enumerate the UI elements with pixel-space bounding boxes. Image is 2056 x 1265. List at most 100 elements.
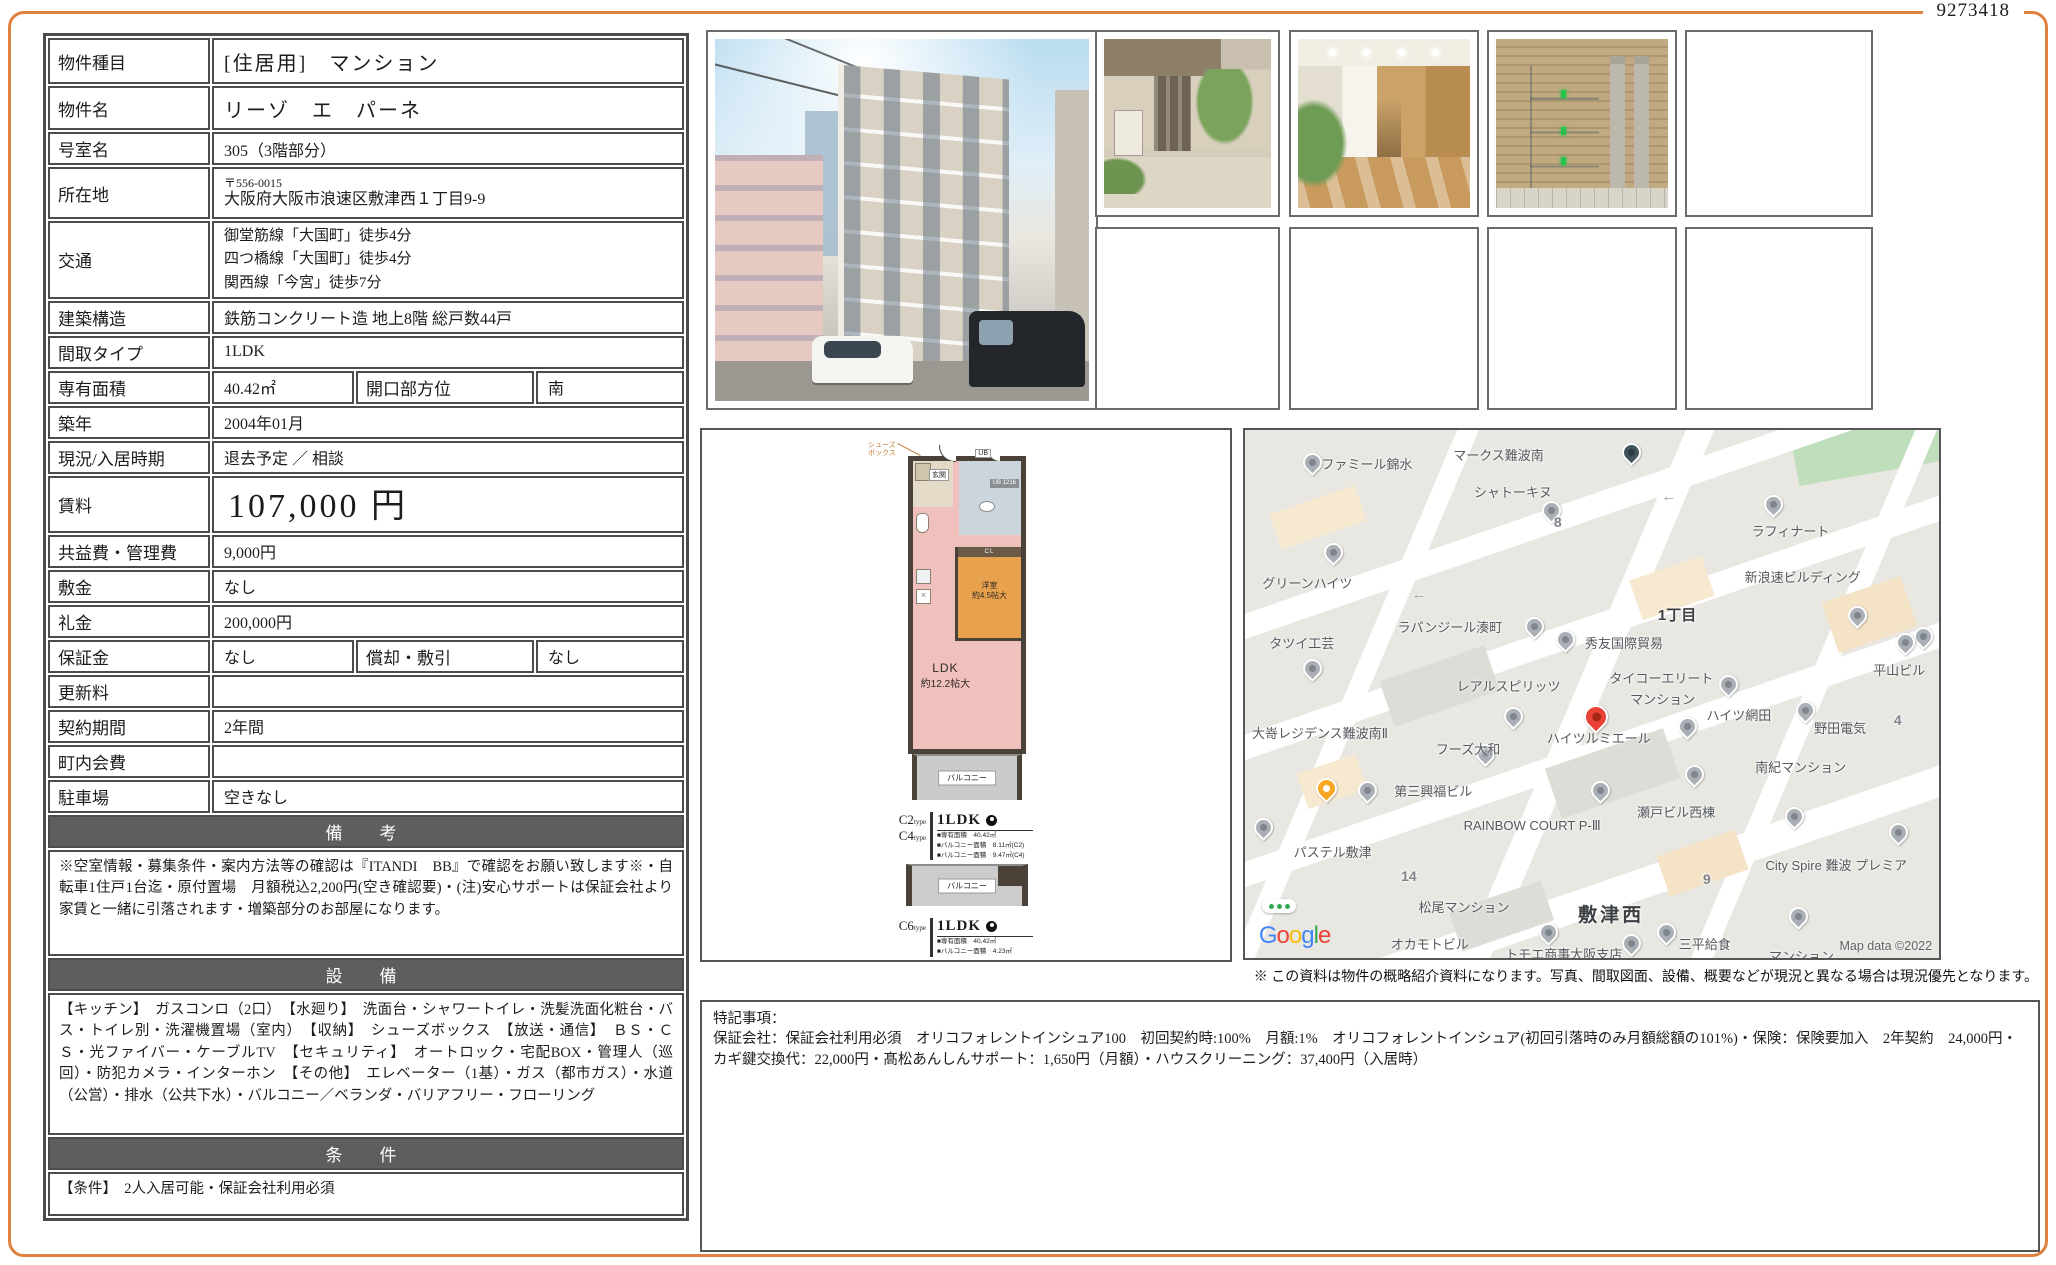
section-text: ※空室情報・募集条件・案内方法等の確認は『ITANDI BB』で確認をお願い致し… — [48, 850, 684, 956]
map-attribution: Map data ©2022 — [1839, 939, 1932, 953]
map-place-label: マンション — [1630, 689, 1695, 708]
row-label: 賃料 — [48, 476, 210, 533]
row-value: 2年間 — [212, 710, 684, 743]
washer-fixture — [916, 569, 931, 584]
table-row: 共益費・管理費9,000円 — [48, 535, 684, 568]
row-label: 敷金 — [48, 570, 210, 603]
mailbox-image — [1496, 39, 1668, 208]
row-label: 駐車場 — [48, 780, 210, 813]
row-label: 建築構造 — [48, 301, 210, 334]
plan-type-name: C4type — [896, 828, 926, 844]
entrance-area: 玄関 — [913, 461, 953, 507]
bathroom-area: UB UB 1216 — [959, 461, 1021, 535]
map-place-label: 野田電気 — [1814, 718, 1866, 737]
row-label: 共益費・管理費 — [48, 535, 210, 568]
map-place-label: 秀友国際貿易 — [1585, 633, 1663, 652]
table-row: 町内会費 — [48, 745, 684, 778]
google-logo: Google — [1259, 922, 1330, 950]
legend-head: 1LDK — [937, 918, 1033, 937]
shoes-leader-line — [897, 443, 920, 456]
entrance-photo — [1095, 30, 1280, 217]
table-row: 駐車場空きなし — [48, 780, 684, 813]
plan-layout-type: 1LDK — [937, 918, 981, 935]
table-row: 間取タイプ1LDK — [48, 336, 684, 369]
row-label: 更新料 — [48, 675, 210, 708]
row-value: 退去予定 ／ 相談 — [212, 441, 684, 474]
row-value: 200,000円 — [212, 605, 684, 638]
map-place-label: シャトーキヌ — [1474, 482, 1552, 501]
row-value: 〒556-0015大阪府大阪市浪速区敷津西１丁目9-9 — [212, 167, 684, 219]
table-row: 建築構造鉄筋コンクリート造 地上8階 総戸数44戸 — [48, 301, 684, 334]
address-text: 大阪府大阪市浪速区敷津西１丁目9-9 — [224, 190, 672, 209]
closet-label: CL — [958, 547, 1021, 557]
row-label: 間取タイプ — [48, 336, 210, 369]
map-place-label: ← — [1661, 488, 1676, 505]
bedroom-area: CL 洋室 約4.5帖大 — [955, 547, 1021, 641]
row-value: 305（3階部分） — [212, 132, 684, 165]
row-label: 号室名 — [48, 132, 210, 165]
empty-photo-slot — [1095, 227, 1280, 410]
compass-icon — [986, 815, 997, 826]
row-value: 40.42㎡ — [212, 371, 354, 404]
row-value: [住居用] マンション — [212, 38, 684, 84]
map-place-label: 南紀マンション — [1755, 757, 1846, 776]
map-place-label: ハイツルミエール — [1547, 728, 1651, 747]
map-pin-icon — [1653, 919, 1680, 946]
corridor-photo — [1289, 30, 1479, 217]
ldk-label: LDK 約12.2帖大 — [913, 661, 978, 690]
row-label: 築年 — [48, 406, 210, 439]
map-pin-icon — [1320, 539, 1347, 566]
unit-outline: 玄関 UB UB 1216 × CL 洋室 約4.5帖大 — [908, 456, 1026, 754]
table-row: 専有面積40.42㎡開口部方位南 — [48, 371, 684, 404]
special-notes-body: 保証会社：保証会社利用必須 オリコフォレントインシュア100 初回契約時:100… — [713, 1029, 2027, 1070]
section-header: 備 考 — [48, 815, 684, 848]
special-notes-title: 特記事項： — [713, 1009, 2027, 1029]
map-place-label: 新浪速ビルディング — [1745, 567, 1861, 586]
row-subvalue: 南 — [536, 371, 684, 404]
corridor-image — [1298, 39, 1470, 208]
floorplan-type-legend-c2c4: C2typeC4type1LDK■専有面積 40.42㎡■バルコニー面積 8.1… — [896, 812, 1056, 860]
disclaimer-note: ※ この資料は物件の概略紹介資料になります。写真、間取図面、設備、概要などが現況… — [1254, 966, 2038, 986]
special-notes-panel: 特記事項： 保証会社：保証会社利用必須 オリコフォレントインシュア100 初回契… — [700, 1000, 2040, 1252]
map-place-label: 瀬戸ビル西棟 — [1637, 802, 1715, 821]
legend-divider — [930, 918, 933, 957]
row-sublabel: 償却・敷引 — [356, 640, 534, 673]
legend-detail: 1LDK■専有面積 40.42㎡■バルコニー面積 8.11㎡(C2)■バルコニー… — [937, 812, 1056, 860]
location-map: ファミール錦水マークス難波南シャトーキヌ8ラフィナートグリーンハイツ新浪速ビルデ… — [1243, 428, 1941, 960]
map-place-label: パステル敷津 — [1294, 842, 1372, 861]
table-row: 契約期間2年間 — [48, 710, 684, 743]
map-place-label: ハイツ網田 — [1707, 705, 1772, 724]
map-place-label: 8 — [1554, 514, 1562, 530]
row-sublabel: 開口部方位 — [356, 371, 534, 404]
balcony-wall-block — [998, 866, 1022, 886]
shoes-box-label: シューズ ボックス — [868, 442, 896, 457]
map-place-label: ラパンジール湊町 — [1398, 617, 1503, 636]
balcony-label: バルコニー — [938, 771, 996, 786]
table-row: 保証金なし償却・敷引なし — [48, 640, 684, 673]
property-details-table: 物件種目[住居用] マンション物件名リーゾ エ パーネ号室名305（3階部分）所… — [43, 33, 689, 1221]
row-value: 9,000円 — [212, 535, 684, 568]
document-number: 9273418 — [1923, 0, 2025, 22]
transit-line: 四つ橋線「大国町」徒歩4分 — [224, 248, 672, 271]
mailbox-photo — [1487, 30, 1677, 217]
postal-code: 〒556-0015 — [224, 177, 672, 190]
map-place-label: 敷津西 — [1578, 900, 1644, 927]
empty-photo-slot — [1289, 227, 1479, 410]
sink-fixture — [979, 501, 995, 512]
balcony-area: バルコニー — [912, 754, 1022, 800]
row-label: 物件名 — [48, 86, 210, 130]
plan-spec-line: ■バルコニー面積 9.47㎡(C4) — [937, 851, 1056, 861]
row-value — [212, 745, 684, 778]
property-flyer-page: 9273418 物件種目[住居用] マンション物件名リーゾ エ パーネ号室名30… — [0, 0, 2056, 1265]
row-value: リーゾ エ パーネ — [212, 86, 684, 130]
row-value: 2004年01月 — [212, 406, 684, 439]
balcony-diagram-label: バルコニー — [938, 879, 996, 894]
building-exterior-photo — [706, 30, 1098, 410]
plan-type-name: C6type — [896, 918, 926, 934]
row-value: なし — [212, 570, 684, 603]
map-pin-icon — [1885, 819, 1912, 846]
transit-line: 御堂筋線「大国町」徒歩4分 — [224, 225, 672, 248]
section-header: 設 備 — [48, 958, 684, 991]
map-place-label: City Spire 難波 プレミア — [1766, 855, 1908, 874]
empty-photo-slot — [1685, 30, 1873, 217]
